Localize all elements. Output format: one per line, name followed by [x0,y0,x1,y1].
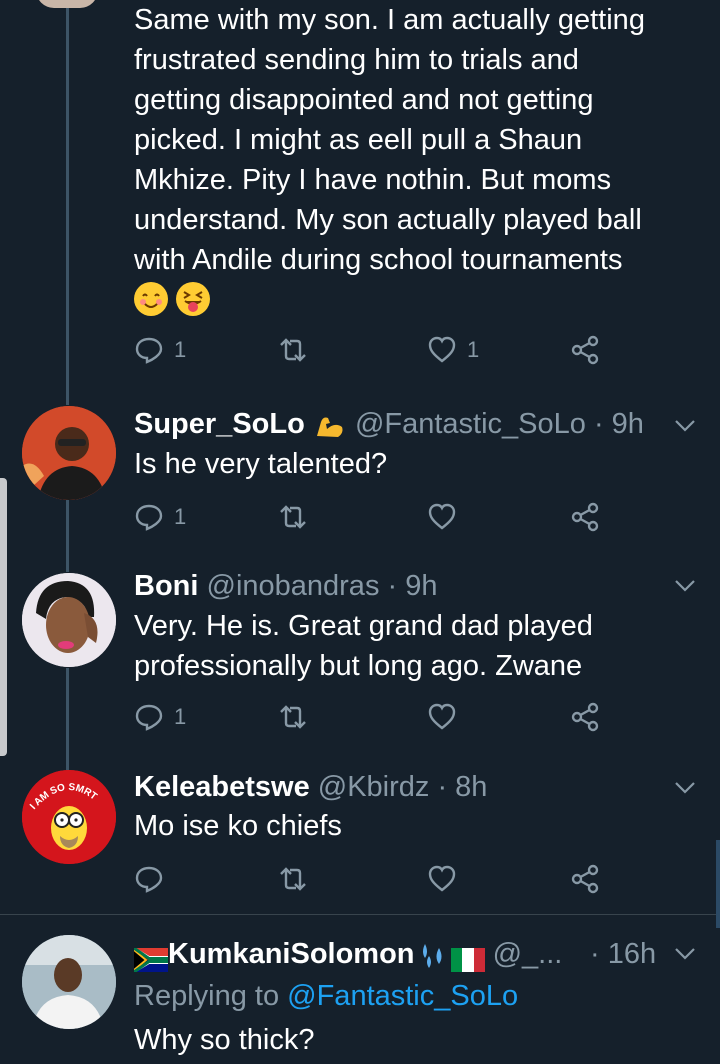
tweet-header: Boni @inobandras · 9h [134,566,438,606]
chevron-down-icon[interactable] [672,572,698,598]
like-button[interactable] [427,497,457,537]
flexed-biceps-icon [313,410,347,440]
timestamp: · 9h [387,570,438,602]
reply-icon [135,337,163,364]
reply-count: 1 [174,504,187,529]
share-button[interactable] [570,697,600,737]
thread-line [66,668,69,770]
display-name[interactable]: Super_SoLo [134,408,305,440]
retweet-button[interactable] [278,697,308,737]
share-icon [571,502,599,532]
reply-count: 1 [174,337,187,362]
display-name[interactable]: Boni [134,570,198,602]
tweet-emojis [134,282,214,316]
display-name[interactable]: Keleabetswe [134,771,310,803]
share-icon [571,335,599,365]
retweet-icon [280,505,306,529]
tweet-text: Is he very talented? [134,448,388,480]
chevron-down-icon[interactable] [672,774,698,800]
avatar[interactable] [22,935,116,1029]
reply-icon [135,504,163,531]
divider [0,914,720,915]
heart-icon [428,503,456,530]
reply-button[interactable]: 1 [134,697,186,737]
replying-to-handle[interactable]: @Fantastic_SoLo [287,980,518,1012]
sweat-droplets-icon [415,940,449,970]
avatar[interactable] [22,406,116,500]
share-icon [571,864,599,894]
avatar[interactable] [36,0,98,8]
tweet-header: Keleabetswe @Kbirdz · 8h [134,767,487,807]
retweet-button[interactable] [278,497,308,537]
handle[interactable]: @Kbirdz [318,771,430,803]
retweet-button[interactable] [278,859,308,899]
share-button[interactable] [570,330,600,370]
chevron-down-icon[interactable] [672,940,698,966]
heart-icon [428,703,456,730]
tweet-text: Mo ise ko chiefs [134,810,342,842]
handle[interactable]: @inobandras [207,570,380,602]
tweet-actions: 1 1 [134,330,604,370]
avatar[interactable] [22,573,116,667]
thread-line [66,0,69,405]
reply-button[interactable]: 1 [134,497,186,537]
south-africa-flag-icon [133,943,170,974]
reply-button[interactable] [134,859,164,899]
scrollbar-indicator[interactable] [716,840,720,928]
tweet-text: Same with my son. I am actually getting … [134,4,645,276]
replying-to-label: Replying to [134,980,280,1012]
reply-icon [135,704,163,731]
thread-line [66,500,69,572]
handle[interactable]: @Fantastic_SoLo [355,408,586,440]
scrollbar[interactable] [0,478,7,756]
squinting-tongue-face-icon [176,282,211,316]
tweet-text: Very. He is. Great grand dad played prof… [134,610,593,682]
retweet-icon [280,867,306,891]
tweet-actions: 1 [134,697,604,737]
tweet-actions [134,859,604,899]
retweet-button[interactable] [278,330,308,370]
share-icon [571,702,599,732]
timestamp: · 9h [593,408,644,440]
tweet-header: Super_SoLo @Fantastic_SoLo · 9h [134,404,644,444]
tweet-text: Why so thick? [134,1024,315,1056]
italy-flag-icon [450,943,485,973]
reply-count: 1 [174,704,187,729]
display-name[interactable]: KumkaniSolomon [168,938,415,970]
like-button[interactable] [427,697,457,737]
chevron-down-icon[interactable] [672,412,698,438]
timestamp: · 16h [590,938,657,970]
like-count: 1 [467,337,480,362]
timestamp: · 8h [437,771,488,803]
like-button[interactable]: 1 [427,330,479,370]
handle[interactable]: @_... [493,938,563,970]
share-button[interactable] [570,859,600,899]
heart-icon [428,865,456,892]
replying-to: Replying to @Fantastic_SoLo [134,976,518,1016]
tweet-header: KumkaniSolomon @_... [133,934,563,974]
avatar[interactable]: I AM SO SMRT [22,770,116,864]
share-button[interactable] [570,497,600,537]
retweet-icon [280,705,306,729]
reply-icon [135,866,163,893]
retweet-icon [280,338,306,362]
heart-icon [428,336,456,363]
smiling-face-icon [134,282,168,316]
tweet-actions: 1 [134,497,604,537]
like-button[interactable] [427,859,457,899]
reply-button[interactable]: 1 [134,330,186,370]
